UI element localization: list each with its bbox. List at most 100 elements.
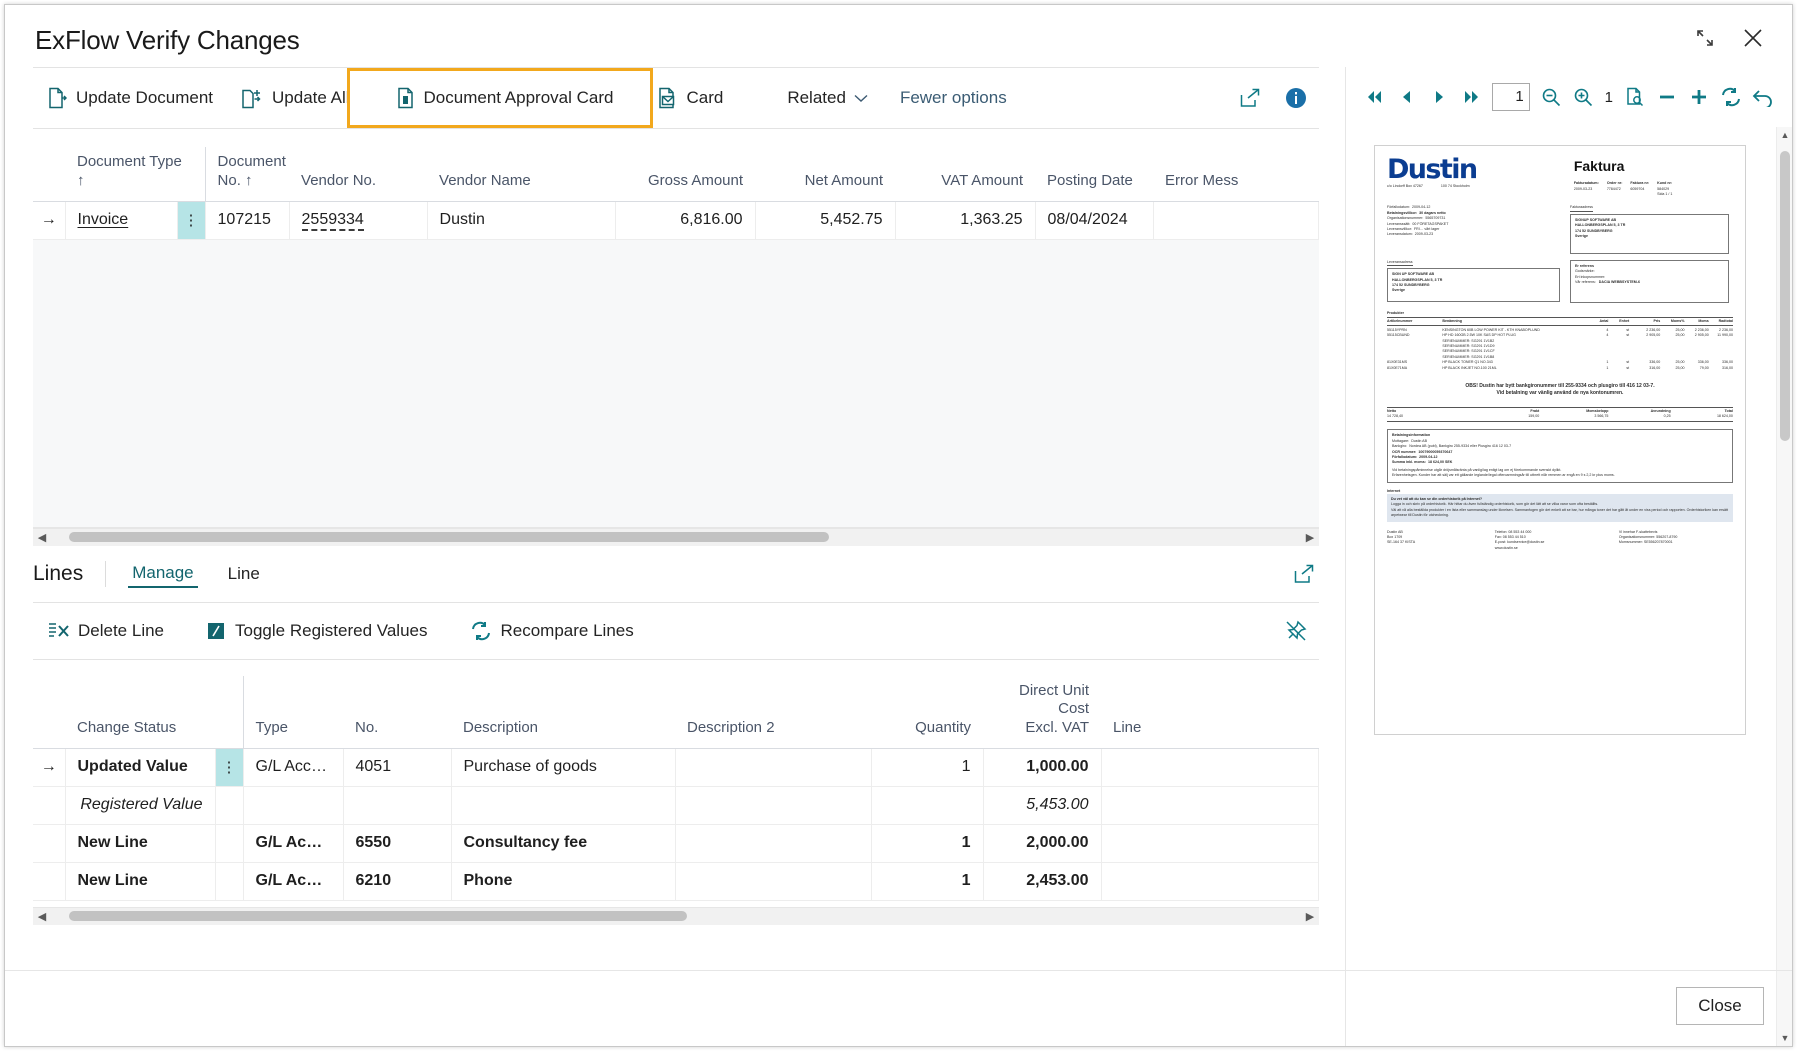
table-row[interactable]: → Updated Value ⋮ G/L Account 4051 Purch… [33, 748, 1319, 787]
column-header-net-amount[interactable]: Net Amount [755, 147, 896, 202]
zoom-in-icon[interactable] [1568, 81, 1598, 113]
recompare-lines-button[interactable]: Recompare Lines [456, 609, 648, 653]
cell-line[interactable] [1101, 824, 1319, 863]
column-header-vat-amount[interactable]: VAT Amount [895, 147, 1036, 202]
card-button[interactable]: Card [643, 76, 737, 120]
cell-description[interactable]: Purchase of goods [451, 748, 676, 787]
scroll-up-icon[interactable]: ▲ [1777, 127, 1793, 143]
cell-no[interactable]: 6210 [343, 862, 452, 901]
scroll-right-icon[interactable]: ▶ [1301, 531, 1319, 544]
fit-page-icon[interactable] [1620, 81, 1650, 113]
cell-direct-unit-cost[interactable]: 1,000.00 [983, 748, 1102, 787]
cell-no[interactable]: 4051 [343, 748, 452, 787]
cell-type[interactable] [243, 786, 344, 825]
cell-line[interactable] [1101, 786, 1319, 825]
cell-change-status[interactable]: New Line [65, 824, 216, 863]
lines-horizontal-scrollbar[interactable]: ◀ ▶ [33, 906, 1319, 925]
toggle-registered-values-button[interactable]: Toggle Registered Values [192, 609, 441, 653]
first-page-button[interactable] [1360, 81, 1390, 113]
cell-document-type[interactable]: Invoice [65, 201, 178, 240]
restore-down-button[interactable] [1690, 23, 1720, 53]
table-row[interactable]: New Line G/L Accou… 6210 Phone 1 2,453.0… [33, 862, 1319, 901]
cell-description-2[interactable] [675, 862, 872, 901]
pdf-vertical-scrollbar[interactable]: ▲ ▼ [1776, 127, 1792, 1046]
table-row[interactable]: → Invoice ⋮ 107215 2559334 Dustin 6,816.… [33, 201, 1320, 240]
cell-change-status[interactable]: New Line [65, 862, 216, 901]
cell-posting-date[interactable]: 08/04/2024 [1035, 201, 1154, 240]
column-header-type[interactable]: Type [242, 675, 343, 749]
close-button[interactable]: Close [1676, 987, 1764, 1025]
column-header-change-status[interactable]: Change Status [65, 675, 243, 749]
cell-description[interactable]: Phone [451, 862, 676, 901]
cell-description-2[interactable] [675, 748, 872, 787]
scroll-right-icon[interactable]: ▶ [1301, 910, 1319, 923]
document-type-link[interactable]: Invoice [78, 211, 129, 228]
vendor-no-link[interactable]: 2559334 [301, 211, 364, 231]
plus-icon[interactable] [1684, 81, 1714, 113]
page-number-input[interactable]: 1 [1492, 83, 1530, 111]
column-header-description[interactable]: Description [451, 675, 675, 749]
column-header-gross-amount[interactable]: Gross Amount [615, 147, 756, 202]
table-row[interactable]: Registered Value 5,453.00 [33, 786, 1319, 825]
next-page-button[interactable] [1424, 81, 1454, 113]
last-page-button[interactable] [1456, 81, 1486, 113]
share-icon[interactable] [1235, 83, 1265, 113]
document-approval-card-button[interactable]: Document Approval Card [382, 76, 628, 120]
cell-direct-unit-cost[interactable]: 2,000.00 [983, 824, 1102, 863]
cell-type[interactable]: G/L Account [243, 748, 344, 787]
cell-direct-unit-cost[interactable]: 5,453.00 [983, 786, 1102, 825]
cell-vendor-name[interactable]: Dustin [427, 201, 616, 240]
column-header-no[interactable]: No. [343, 675, 451, 749]
cell-quantity[interactable]: 1 [871, 862, 984, 901]
fewer-options-button[interactable]: Fewer options [884, 76, 1023, 120]
cell-gross-amount[interactable]: 6,816.00 [615, 201, 756, 240]
cell-error-message[interactable] [1153, 201, 1320, 240]
cell-line[interactable] [1101, 862, 1319, 901]
cell-type[interactable]: G/L Accou… [243, 862, 344, 901]
column-header-quantity[interactable]: Quantity [871, 675, 983, 749]
cell-no[interactable]: 6550 [343, 824, 452, 863]
zoom-out-icon[interactable] [1536, 81, 1566, 113]
scroll-left-icon[interactable]: ◀ [33, 531, 51, 544]
close-window-button[interactable] [1738, 23, 1768, 53]
column-header-direct-unit-cost[interactable]: Direct Unit Cost Excl. VAT [983, 675, 1101, 749]
cell-change-status[interactable]: Updated Value [65, 748, 216, 787]
column-header-vendor-name[interactable]: Vendor Name [427, 147, 616, 202]
column-header-description-2[interactable]: Description 2 [675, 675, 871, 749]
lines-share-icon[interactable] [1289, 559, 1319, 589]
row-context-menu-button[interactable]: ⋮ [215, 748, 244, 787]
related-menu[interactable]: Related [771, 76, 884, 120]
previous-page-button[interactable] [1392, 81, 1422, 113]
cell-quantity[interactable]: 1 [871, 748, 984, 787]
cell-quantity[interactable] [871, 786, 984, 825]
scroll-thumb[interactable] [1780, 151, 1790, 441]
info-icon[interactable] [1281, 83, 1311, 113]
cell-description-2[interactable] [675, 824, 872, 863]
cell-type[interactable]: G/L Accou… [243, 824, 344, 863]
cell-description[interactable] [451, 786, 676, 825]
rotate-icon[interactable] [1716, 81, 1746, 113]
cell-description-2[interactable] [675, 786, 872, 825]
row-context-menu-button[interactable]: ⋮ [177, 201, 206, 240]
document-preview[interactable]: Dustin c/o Lindorff Box 47267 100 74 Sto… [1374, 145, 1746, 735]
documents-horizontal-scrollbar[interactable]: ◀ ▶ [33, 527, 1319, 546]
column-header-document-no[interactable]: Document No. ↑ [204, 147, 290, 202]
tab-manage[interactable]: Manage [128, 559, 198, 588]
scroll-left-icon[interactable]: ◀ [33, 910, 51, 923]
unpin-icon[interactable] [1281, 616, 1311, 646]
scroll-thumb[interactable] [69, 911, 687, 922]
update-document-button[interactable]: Update Document [33, 76, 227, 120]
column-header-document-type[interactable]: Document Type ↑ [65, 147, 206, 202]
cell-quantity[interactable]: 1 [871, 824, 984, 863]
cell-vendor-no[interactable]: 2559334 [289, 201, 428, 240]
cell-line[interactable] [1101, 748, 1319, 787]
undo-icon[interactable] [1748, 81, 1778, 113]
cell-direct-unit-cost[interactable]: 2,453.00 [983, 862, 1102, 901]
scroll-track[interactable] [51, 528, 1301, 546]
column-header-vendor-no[interactable]: Vendor No. [289, 147, 428, 202]
cell-vat-amount[interactable]: 1,363.25 [895, 201, 1036, 240]
column-header-line[interactable]: Line [1101, 675, 1319, 749]
cell-document-no[interactable]: 107215 [205, 201, 290, 240]
column-header-posting-date[interactable]: Posting Date [1035, 147, 1154, 202]
column-header-error-message[interactable]: Error Mess [1153, 147, 1319, 202]
